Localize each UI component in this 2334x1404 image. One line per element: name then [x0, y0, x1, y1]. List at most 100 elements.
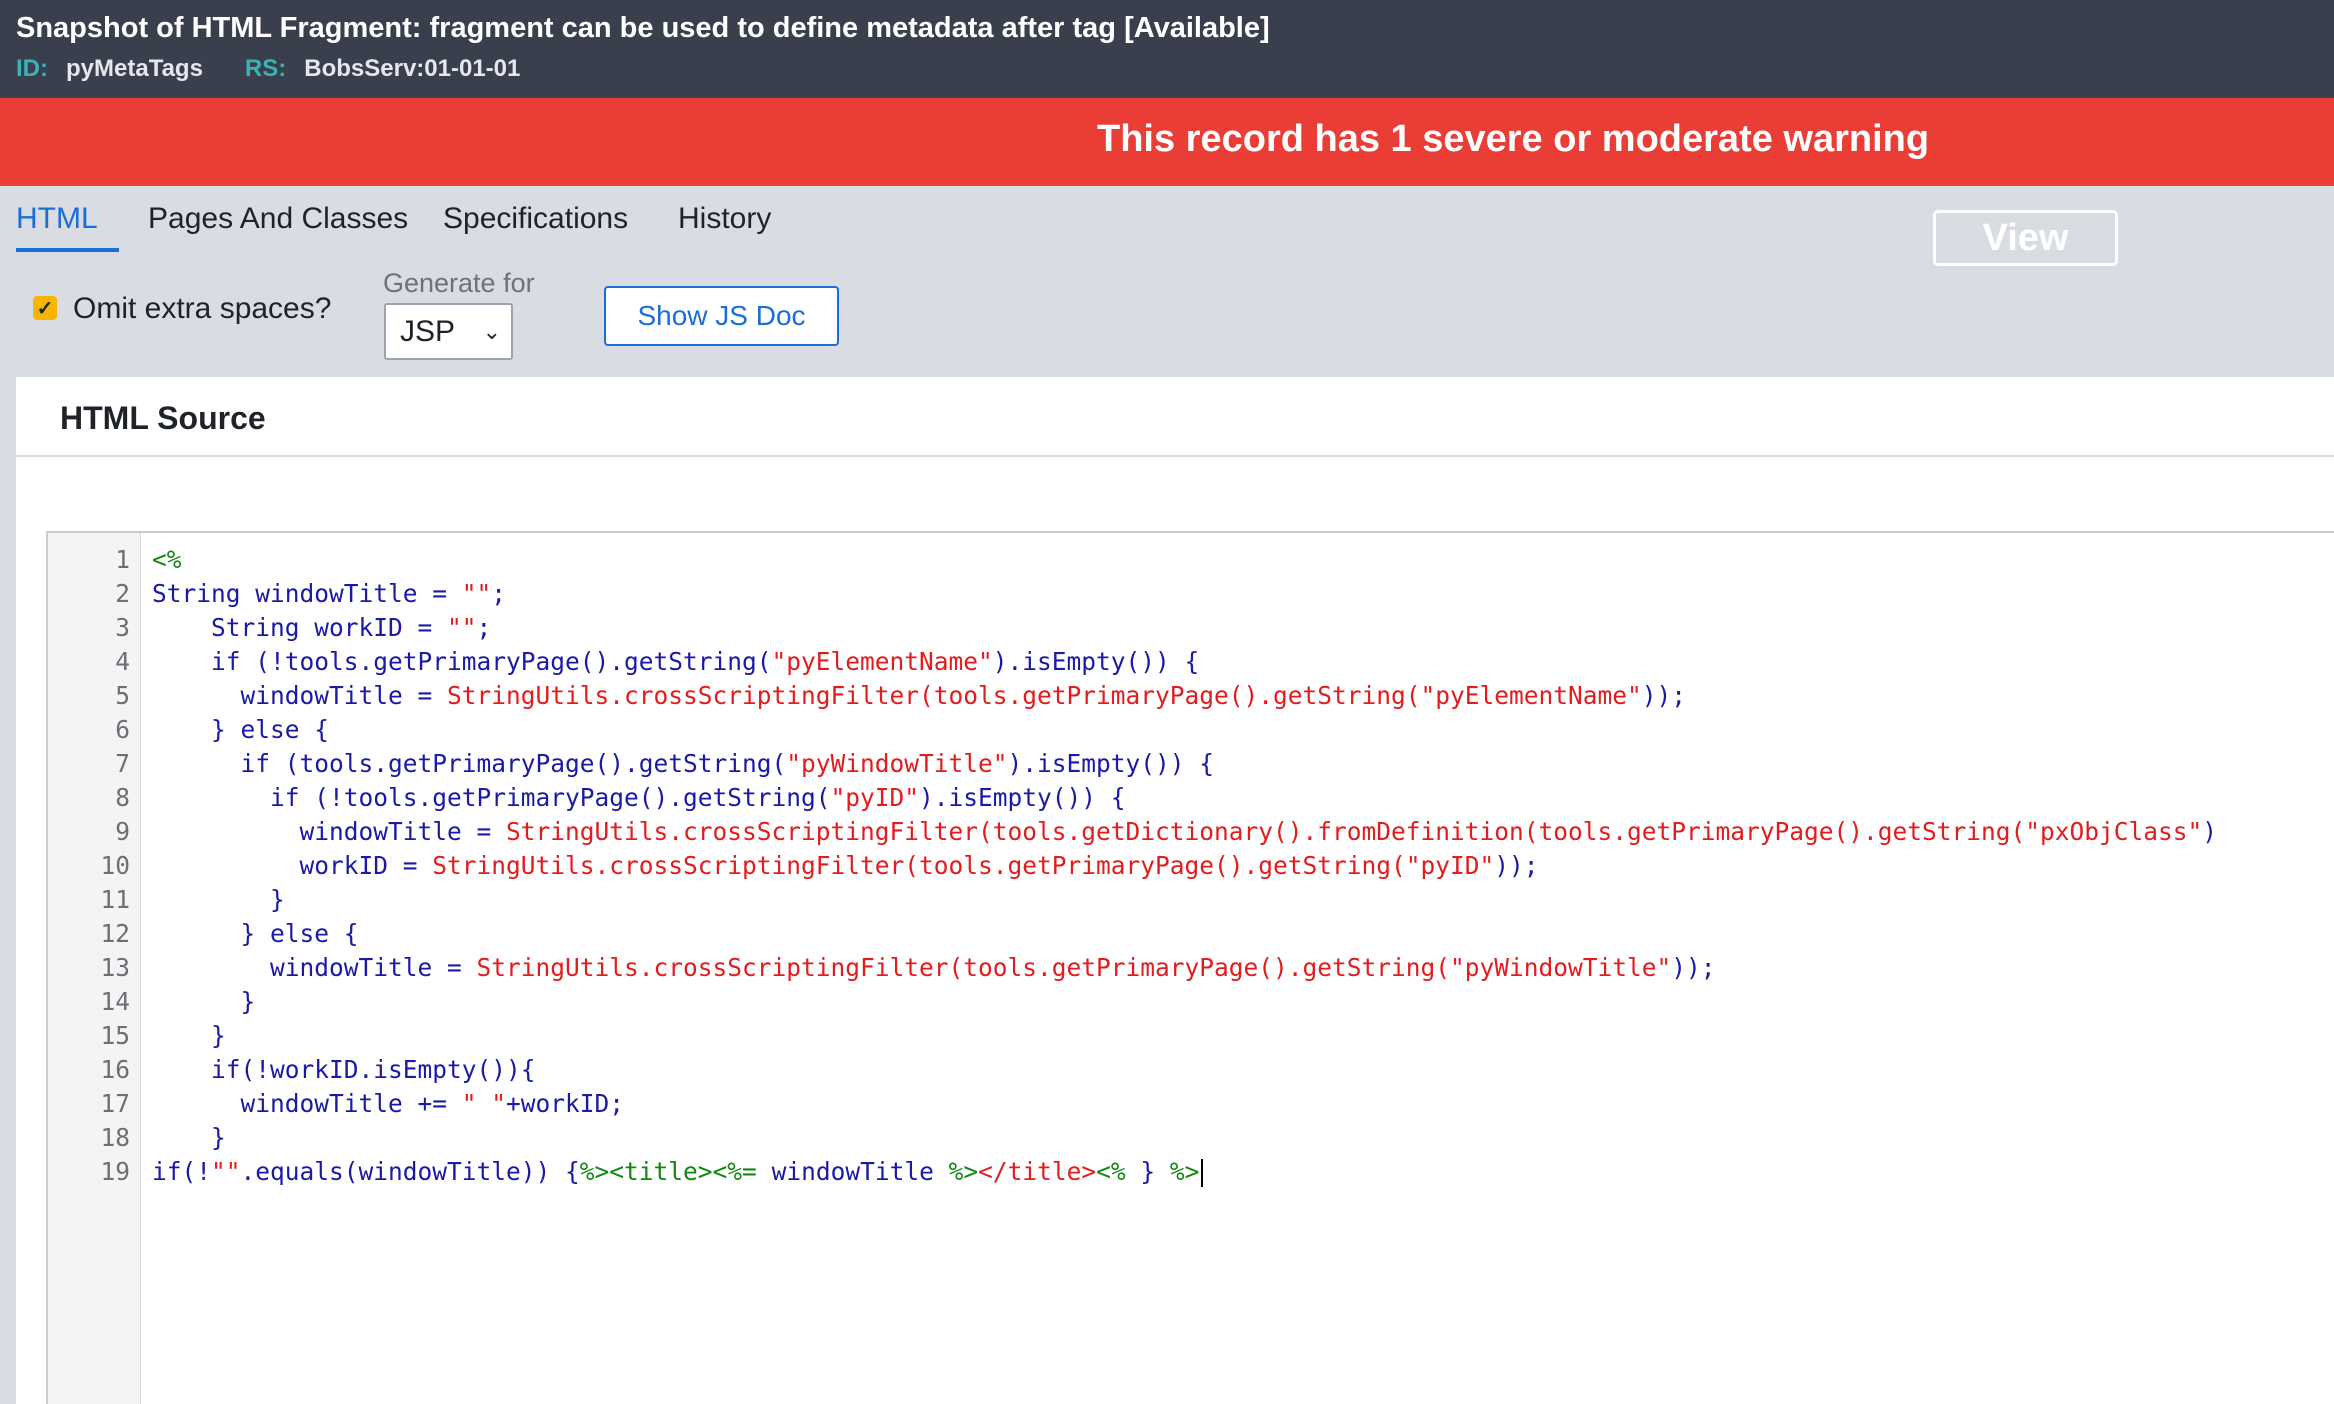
- line-number: 15: [100, 1021, 130, 1050]
- code-token: %><title><%=: [579, 1157, 757, 1186]
- code-token: ));: [1494, 851, 1539, 880]
- code-text: <%: [152, 543, 182, 577]
- code-token: workID =: [152, 851, 433, 880]
- line-number: 11: [100, 885, 130, 914]
- record-tabs: HTML Pages And Classes Specifications Hi…: [0, 186, 2334, 252]
- tab-html[interactable]: HTML: [16, 186, 119, 252]
- chevron-down-icon: ⌄: [482, 319, 501, 344]
- code-text: } else {: [152, 713, 329, 747]
- tab-pages-label: Pages And Classes: [148, 202, 409, 235]
- line-number: 7: [115, 749, 130, 778]
- code-token: }: [1125, 1157, 1170, 1186]
- status-badge: [Available]: [1124, 12, 1270, 44]
- code-line: 10 workID = StringUtils.crossScriptingFi…: [48, 849, 2334, 883]
- title-prefix: Snapshot of: [16, 12, 184, 44]
- line-number: 2: [115, 579, 130, 608]
- checkmark-icon: ✓: [36, 297, 54, 320]
- line-number: 5: [115, 681, 130, 710]
- code-token: StringUtils.crossScriptingFilter(tools.g…: [447, 681, 1642, 710]
- html-source-panel: HTML Source 1 <% 2 String windowTitle = "";…: [16, 377, 2334, 1404]
- tab-specifications-label: Specifications: [443, 202, 629, 235]
- code-token: "pyID": [830, 783, 920, 812]
- code-token: ).isEmpty()) {: [1007, 749, 1215, 778]
- code-text: } else {: [152, 917, 359, 951]
- tab-history-label: History: [678, 202, 772, 235]
- code-token: <%: [152, 545, 182, 574]
- code-token: %>: [948, 1157, 979, 1186]
- code-text: }: [152, 985, 256, 1019]
- line-number: 17: [100, 1089, 130, 1118]
- line-number: 6: [115, 715, 130, 744]
- tab-pages-and-classes[interactable]: Pages And Classes: [148, 186, 408, 252]
- line-number: 18: [100, 1123, 130, 1152]
- code-token: ));: [1641, 681, 1687, 710]
- generate-for-value: JSP: [400, 315, 456, 348]
- record-header: Snapshot of HTML Fragment: fragment can …: [0, 0, 2334, 98]
- record-title: Snapshot of HTML Fragment: fragment can …: [16, 12, 1270, 45]
- code-line: 7 if (tools.getPrimaryPage().getString("…: [48, 747, 2334, 781]
- line-number: 9: [115, 817, 130, 846]
- generate-for-select[interactable]: JSP ⌄: [384, 303, 513, 360]
- code-token: "": [211, 1157, 241, 1186]
- id-value: pyMetaTags: [66, 55, 203, 82]
- code-token: }: [152, 1123, 226, 1152]
- code-line: 3 String workID = "";: [48, 611, 2334, 645]
- text-caret: [1201, 1159, 1204, 1187]
- code-editor[interactable]: 1 <% 2 String windowTitle = ""; 3 String wor…: [46, 531, 2334, 1404]
- code-token: } else {: [152, 919, 359, 948]
- rs-label: RS:: [244, 55, 287, 82]
- code-line: 9 windowTitle = StringUtils.crossScripti…: [48, 815, 2334, 849]
- code-text: }: [152, 883, 285, 917]
- code-token: " ": [461, 1089, 507, 1118]
- code-line: 2 String windowTitle = "";: [48, 577, 2334, 611]
- code-text: String windowTitle = "";: [152, 577, 506, 611]
- tab-history[interactable]: History: [678, 186, 771, 252]
- code-token: "pyWindowTitle": [786, 749, 1008, 778]
- omit-extra-spaces-label: Omit extra spaces?: [73, 292, 332, 325]
- code-token: String workID =: [152, 613, 448, 642]
- code-text: if(!"".equals(windowTitle)) {%><title><%…: [152, 1155, 1204, 1189]
- code-token: %>: [1169, 1157, 1200, 1186]
- code-token: ).isEmpty()) {: [992, 647, 1200, 676]
- code-text: }: [152, 1019, 226, 1053]
- code-line: 15 }: [48, 1019, 2334, 1053]
- code-token: if(!: [152, 1157, 212, 1186]
- rs-value: BobsServ:01-01-01: [304, 55, 521, 82]
- code-text: workID = StringUtils.crossScriptingFilte…: [152, 849, 1539, 883]
- code-token: "": [461, 579, 492, 608]
- divider: [16, 455, 2334, 457]
- code-token: if(!workID.isEmpty()){: [152, 1055, 536, 1084]
- code-line: 12 } else {: [48, 917, 2334, 951]
- code-token: "": [447, 613, 477, 642]
- code-line: 1 <%: [48, 543, 2334, 577]
- code-token: "pyElementName": [771, 647, 993, 676]
- warning-banner: This record has 1 severe or moderate war…: [0, 98, 2334, 266]
- show-js-doc-button[interactable]: Show JS Doc: [604, 286, 839, 346]
- code-text: windowTitle = StringUtils.crossScripting…: [152, 679, 1687, 713]
- omit-extra-spaces-checkbox[interactable]: ✓: [33, 296, 57, 320]
- code-line: 16 if(!workID.isEmpty()){: [48, 1053, 2334, 1087]
- code-text: String workID = "";: [152, 611, 491, 645]
- code-token: StringUtils.crossScriptingFilter(tools.g…: [476, 953, 1672, 982]
- code-line: 6 } else {: [48, 713, 2334, 747]
- code-token: StringUtils.crossScriptingFilter(tools.g…: [506, 817, 2203, 846]
- code-token: windowTitle: [756, 1157, 949, 1186]
- code-token: </title>: [978, 1157, 1097, 1186]
- code-text: }: [152, 1121, 226, 1155]
- code-text: if(!workID.isEmpty()){: [152, 1053, 536, 1087]
- line-number: 12: [100, 919, 130, 948]
- active-tab-indicator: [16, 248, 119, 252]
- code-token: }: [152, 1021, 226, 1050]
- code-text: windowTitle = StringUtils.crossScripting…: [152, 951, 1716, 985]
- code-line: 14 }: [48, 985, 2334, 1019]
- code-token: if (!tools.getPrimaryPage().getString(: [152, 783, 831, 812]
- code-token: ;: [491, 579, 507, 608]
- line-number: 4: [115, 647, 130, 676]
- code-line: 8 if (!tools.getPrimaryPage().getString(…: [48, 781, 2334, 815]
- code-line: 17 windowTitle += " "+workID;: [48, 1087, 2334, 1121]
- code-token: ;: [476, 613, 492, 642]
- code-line: 11 }: [48, 883, 2334, 917]
- code-token: <%: [1096, 1157, 1126, 1186]
- code-token: .equals(windowTitle)) {: [240, 1157, 580, 1186]
- tab-specifications[interactable]: Specifications: [443, 186, 628, 252]
